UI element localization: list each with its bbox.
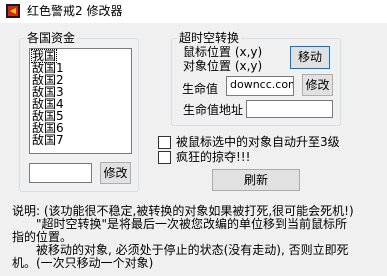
transform-group-legend: 超时空转换 [179, 31, 240, 45]
cursor-position-label: 鼠标位置 (x,y) [183, 45, 263, 59]
window-title: 红色警戒2 修改器 [27, 4, 123, 18]
hp-address-label: 生命值地址 [183, 103, 244, 117]
description-text: 说明: (该功能很不稳定,被转换的对象如果被打死,很可能会死机!) "超时空转换… [12, 205, 382, 270]
app-icon [6, 4, 20, 18]
hp-address-input[interactable] [246, 100, 333, 118]
funds-modify-button[interactable]: 修改 [100, 162, 131, 184]
description-line: 机。(一次只移动一个对象) [12, 256, 154, 270]
funds-group-legend: 各国资金 [27, 31, 76, 45]
title-bar: 红色警戒2 修改器 [0, 0, 387, 23]
object-position-label: 对象位置 (x,y) [183, 59, 263, 73]
crazy-plunder-checkbox[interactable] [158, 151, 171, 164]
country-listbox[interactable]: 我国 敌国1 敌国2 敌国3 敌国4 敌国5 敌国6 敌国7 [29, 48, 132, 154]
crazy-plunder-label[interactable]: 疯狂的掠夺!!! [176, 150, 250, 164]
hp-input[interactable]: downcc.com [226, 76, 294, 96]
auto-upgrade-checkbox[interactable] [158, 136, 171, 149]
hp-modify-button[interactable]: 修改 [302, 74, 333, 96]
auto-upgrade-label[interactable]: 被鼠标选中的对象自动升至3级 [176, 135, 340, 149]
list-item[interactable]: 敌国7 [32, 134, 64, 146]
funds-value-input[interactable] [29, 163, 92, 183]
refresh-button[interactable]: 刷新 [212, 169, 300, 191]
hp-label: 生命值 [182, 82, 219, 96]
move-button[interactable]: 移动 [290, 46, 330, 69]
